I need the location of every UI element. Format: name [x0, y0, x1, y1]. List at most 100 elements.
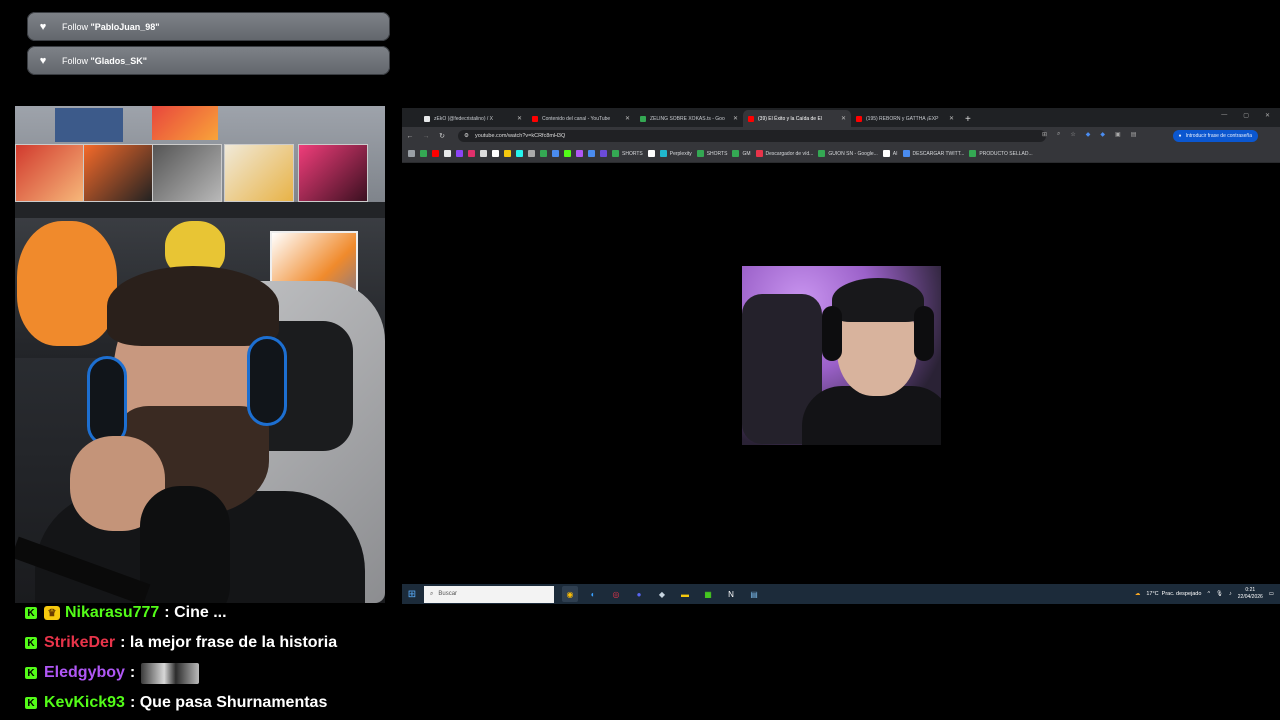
streamer: [107, 266, 279, 346]
bookmark-perplexity[interactable]: Perplexity: [659, 150, 692, 157]
install-icon[interactable]: ⊞: [1042, 131, 1047, 138]
follow-alert-prefix: Follow: [62, 21, 91, 32]
chrome-icon[interactable]: ◉: [562, 586, 578, 602]
close-icon[interactable]: ✕: [625, 115, 630, 122]
webcam-card: [298, 144, 368, 202]
close-icon[interactable]: ✕: [949, 115, 954, 122]
bookmark-icon[interactable]: [647, 150, 655, 157]
bookmark-icon[interactable]: [540, 150, 547, 157]
star-icon[interactable]: ☆: [1070, 131, 1075, 138]
new-tab-button[interactable]: +: [965, 114, 971, 125]
sidebar-icon[interactable]: ▤: [1131, 131, 1137, 138]
chat-message: K StrikeDer : la mejor frase de la histo…: [25, 632, 337, 654]
bookmark-icon[interactable]: [420, 150, 427, 157]
password-prompt-button[interactable]: ● Introducir frase de contraseña: [1172, 130, 1258, 142]
notepad-icon[interactable]: ▤: [746, 586, 762, 602]
close-icon[interactable]: ✕: [1265, 112, 1270, 119]
bookmark-downloader[interactable]: Descargador de víd...: [755, 150, 813, 157]
zoom-icon[interactable]: ⌕: [1057, 131, 1060, 138]
bookmark-icon[interactable]: [444, 150, 451, 157]
bookmark-label: DESCARGAR TWITT...: [912, 150, 965, 157]
bookmark-shorts[interactable]: SHORTS: [612, 150, 643, 157]
site-info-icon[interactable]: ⚙: [464, 133, 469, 139]
url-field[interactable]: ⚙ youtube.com/watch?v=kCRfc8mH3Q: [458, 130, 1046, 142]
close-icon[interactable]: ✕: [517, 115, 522, 122]
bookmark-icon[interactable]: [600, 150, 607, 157]
bookmark-twitter-dl[interactable]: DESCARGAR TWITT...: [902, 150, 965, 157]
windows-start-icon[interactable]: ⊞: [402, 589, 422, 600]
webcam-card: [83, 144, 153, 202]
bookmark-icon[interactable]: [552, 150, 559, 157]
extension-icon[interactable]: ◆: [1086, 131, 1091, 138]
kick-icon: K: [25, 667, 37, 679]
minimize-icon[interactable]: —: [1221, 112, 1227, 119]
browser-tab-active[interactable]: (39) El Éxito y la Caída de El ✕: [743, 110, 851, 127]
x-icon: [424, 115, 430, 122]
notion-icon[interactable]: N: [723, 586, 739, 602]
drive-icon: [696, 150, 704, 157]
bookmark-icon[interactable]: [432, 150, 439, 157]
youtube-icon: [748, 115, 754, 122]
video-thumbnail[interactable]: [742, 266, 941, 445]
chat-username: Eledgyboy: [44, 664, 125, 681]
volume-icon[interactable]: ♪: [1229, 591, 1232, 597]
notification-icon[interactable]: ▭: [1269, 591, 1274, 597]
browser-tab[interactable]: zEkO (@fedecristalino) / X ✕: [419, 110, 527, 127]
forward-icon[interactable]: →: [418, 133, 434, 140]
bookmark-icon[interactable]: [564, 150, 571, 157]
bookmark-icon[interactable]: [480, 150, 487, 157]
webcam-card: [152, 144, 222, 202]
folder-icon[interactable]: ▬: [677, 586, 693, 602]
extensions-icon[interactable]: ▣: [1115, 131, 1121, 138]
bookmark-label: GUION SN - Google...: [828, 150, 878, 157]
chat-username: StrikeDer: [44, 634, 116, 651]
microphone-icon: [140, 486, 230, 603]
reload-icon[interactable]: ↻: [434, 132, 450, 140]
bookmark-icon[interactable]: [456, 150, 463, 157]
chevron-up-icon[interactable]: ^: [1207, 591, 1210, 597]
sheets-icon: [640, 115, 646, 122]
follow-alert-prefix: Follow: [62, 55, 91, 66]
screen-capture: zEkO (@fedecristalino) / X ✕ Contenido de…: [402, 108, 1280, 604]
webcam-card: [55, 108, 123, 142]
bookmark-gm[interactable]: GM: [732, 150, 751, 157]
close-icon[interactable]: ✕: [733, 115, 738, 122]
bookmark-icon[interactable]: [576, 150, 583, 157]
browser-tab[interactable]: Contenido del canal - YouTube ✕: [527, 110, 635, 127]
bookmark-shorts-2[interactable]: SHORTS: [696, 150, 727, 157]
bookmark-ai[interactable]: AI: [882, 150, 898, 157]
taskbar-clock[interactable]: 0:21 22/04/2026: [1238, 587, 1263, 601]
extension-icon[interactable]: ◆: [1100, 131, 1105, 138]
back-icon[interactable]: ←: [402, 133, 418, 140]
app-icon[interactable]: ▦: [700, 586, 716, 602]
follow-alert-user: "Glados_SK": [90, 55, 148, 66]
bookmark-icon[interactable]: [504, 150, 511, 157]
discord-icon[interactable]: ●: [631, 586, 647, 602]
tab-title: Contenido del canal - YouTube: [542, 115, 611, 122]
steam-icon[interactable]: ◆: [654, 586, 670, 602]
app-icon[interactable]: ◎: [608, 586, 624, 602]
bookmark-icon[interactable]: [468, 150, 475, 157]
microphone-icon[interactable]: 🎙: [1216, 591, 1223, 597]
bookmark-icon[interactable]: [528, 150, 535, 157]
kick-icon: K: [25, 637, 37, 649]
close-icon[interactable]: ✕: [841, 115, 846, 122]
taskbar-search-input[interactable]: ⌕ Buscar: [424, 585, 554, 603]
apps-icon[interactable]: [408, 150, 415, 157]
omnibox-actions: ⊞ ⌕ ☆ ◆ ◆ ▣ ▤: [1042, 131, 1136, 138]
address-bar: ← → ↻ ⚙ youtube.com/watch?v=kCRfc8mH3Q ⊞…: [402, 127, 1280, 145]
bookmark-icon[interactable]: [492, 150, 499, 157]
bookmark-guion[interactable]: GUION SN - Google...: [818, 150, 878, 157]
webcam-card: [152, 106, 218, 140]
weather-text[interactable]: 17°C Prac. despejado: [1146, 591, 1201, 597]
edge-icon[interactable]: ◐: [585, 586, 601, 602]
maximize-icon[interactable]: ▢: [1243, 112, 1249, 119]
browser-tab[interactable]: (195) REBORN y GATTHA ¡EXP ✕: [851, 110, 959, 127]
heart-icon: ♥: [39, 20, 47, 33]
bookmark-icon[interactable]: [588, 150, 595, 157]
youtube-icon: [532, 115, 538, 122]
bookmark-producto[interactable]: PRODUCTO SELLAD...: [969, 150, 1033, 157]
bookmark-icon[interactable]: [516, 150, 523, 157]
chat-text: : Que pasa Shurnamentas: [129, 694, 328, 711]
browser-tab[interactable]: ZELING SOBRE XOKAS.ts - Goo ✕: [635, 110, 743, 127]
